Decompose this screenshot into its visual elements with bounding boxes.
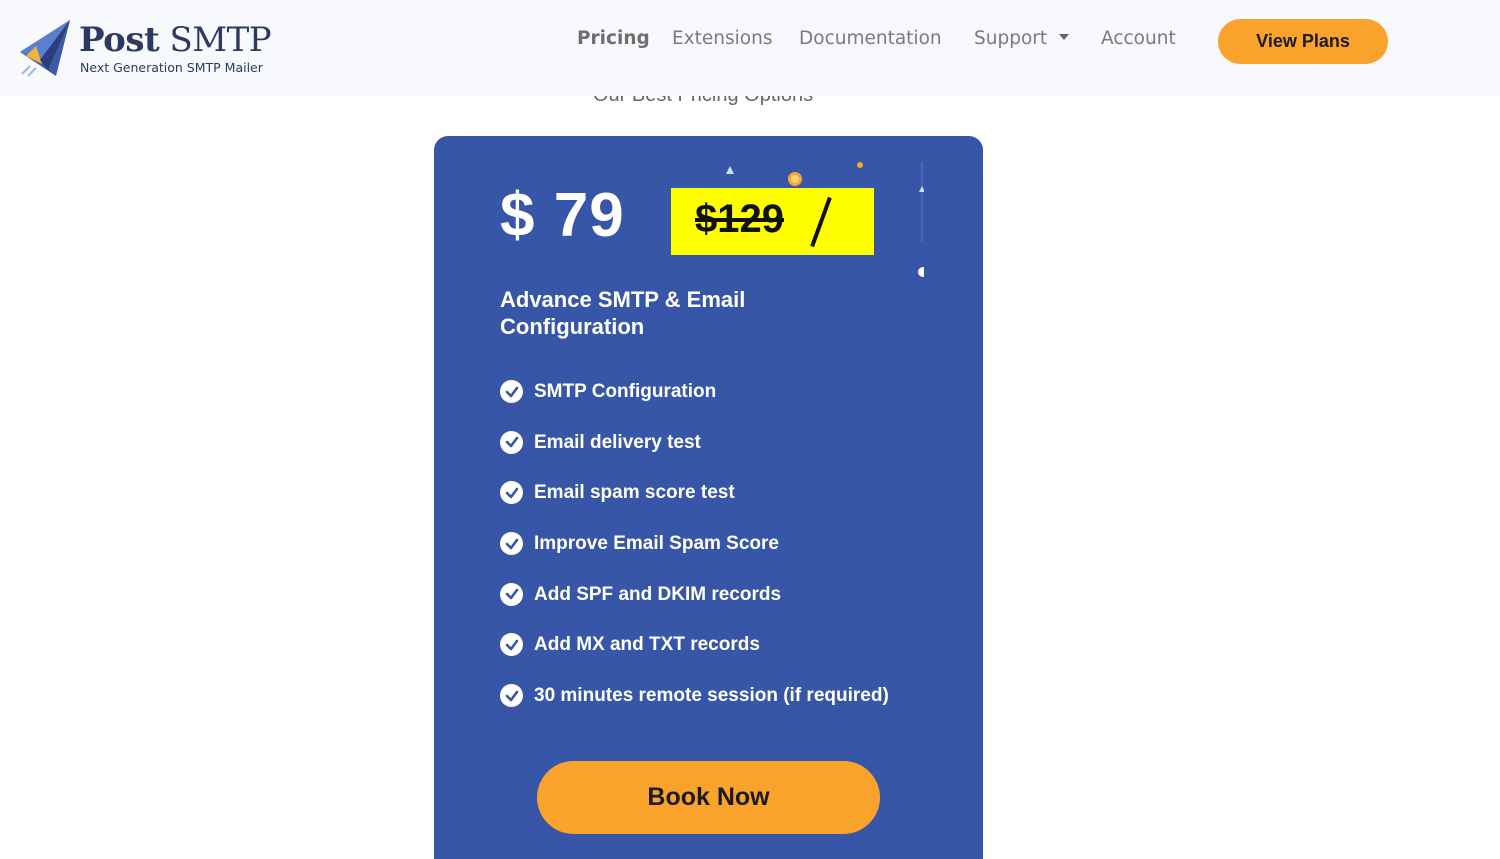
nav-support[interactable]: Support [974,28,1070,49]
feature-item: 30 minutes remote session (if required) [500,684,889,735]
nav-account[interactable]: Account [1101,28,1176,49]
check-circle-icon [500,684,523,708]
feature-list: SMTP Configuration Email delivery test E… [500,380,889,735]
feature-label: Add SPF and DKIM records [534,583,782,605]
feature-label: Improve Email Spam Score [534,533,779,555]
nav-extensions[interactable]: Extensions [672,28,772,49]
view-plans-button[interactable]: View Plans [1218,19,1388,64]
confetti-decoration [726,162,924,277]
check-circle-icon [500,633,523,657]
feature-label: Email spam score test [534,482,735,504]
feature-item: Add MX and TXT records [500,633,889,684]
post-smtp-logo[interactable]: Post SMTP Next Generation SMTP Mailer [16,18,286,80]
book-now-button[interactable]: Book Now [537,761,880,834]
pricing-card: $ 79 $129 Advance SMTP & Email Configura… [434,136,983,859]
feature-item: Improve Email Spam Score [500,532,889,583]
paper-plane-icon [20,20,70,77]
check-circle-icon [500,481,523,505]
feature-label: 30 minutes remote session (if required) [534,685,889,707]
feature-label: Add MX and TXT records [534,634,760,656]
brand-tagline: Next Generation SMTP Mailer [80,60,263,75]
nav-support-label: Support [974,28,1048,49]
feature-item: Add SPF and DKIM records [500,582,889,634]
feature-item: SMTP Configuration [500,380,889,431]
feature-item: Email spam score test [500,481,889,532]
site-header: Post SMTP Next Generation SMTP Mailer Pr… [0,0,1500,96]
check-circle-icon [500,380,523,403]
feature-label: Email delivery test [534,431,701,453]
brand-name: Post SMTP [79,20,272,60]
check-circle-icon [500,582,523,606]
nav-pricing[interactable]: Pricing [577,28,650,49]
feature-item: Email delivery test [500,430,889,482]
plan-title: Advance SMTP & Email Configuration [500,287,746,339]
check-circle-icon [500,430,523,454]
current-price: $ 79 [500,181,625,250]
chevron-down-icon [1059,34,1070,40]
nav-documentation[interactable]: Documentation [799,28,942,49]
check-circle-icon [500,532,523,556]
feature-label: SMTP Configuration [534,381,717,402]
